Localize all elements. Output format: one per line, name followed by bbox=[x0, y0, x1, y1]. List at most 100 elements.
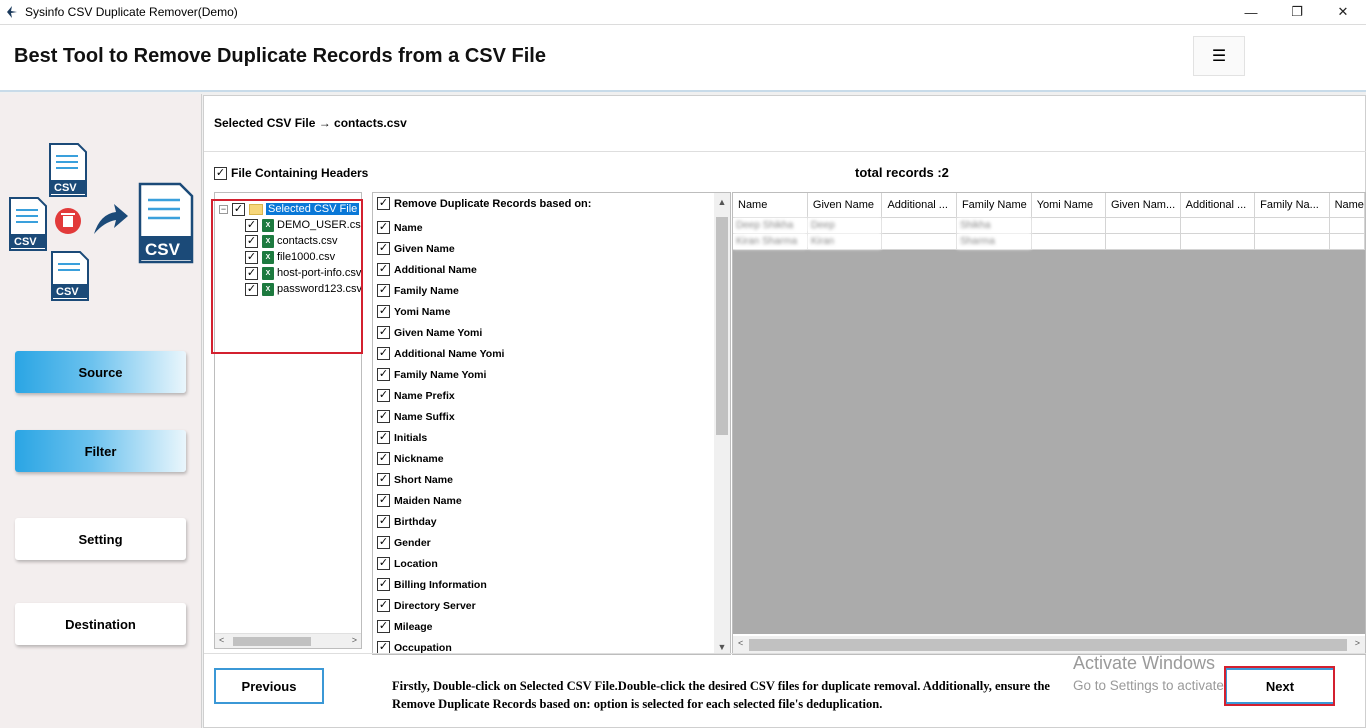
field-checkbox[interactable]: ✓ Name Suffix bbox=[377, 406, 504, 427]
minimize-button[interactable]: — bbox=[1228, 0, 1274, 24]
nav-filter-button[interactable]: Filter bbox=[15, 430, 186, 472]
scrollbar-thumb[interactable] bbox=[749, 639, 1347, 651]
field-checkbox[interactable]: ✓ Gender bbox=[377, 532, 504, 553]
table-cell bbox=[1180, 233, 1256, 250]
nav-source-button[interactable]: Source bbox=[15, 351, 186, 393]
table-row[interactable]: Deep Shikha Deep Shikha bbox=[733, 217, 1365, 234]
file-containing-headers-checkbox[interactable]: ✓ File Containing Headers bbox=[214, 166, 368, 180]
svg-text:CSV: CSV bbox=[54, 182, 77, 194]
checkbox-checked-icon[interactable]: ✓ bbox=[377, 263, 390, 276]
svg-text:CSV: CSV bbox=[56, 286, 79, 298]
total-records-label: total records :2 bbox=[855, 165, 949, 180]
checkbox-checked-icon[interactable]: ✓ bbox=[377, 389, 390, 402]
checkbox-checked-icon[interactable]: ✓ bbox=[377, 599, 390, 612]
field-checkbox[interactable]: ✓ Family Name Yomi bbox=[377, 364, 504, 385]
checkbox-checked-icon[interactable]: ✓ bbox=[377, 620, 390, 633]
field-checkbox[interactable]: ✓ Given Name Yomi bbox=[377, 322, 504, 343]
checkbox-checked-icon[interactable]: ✓ bbox=[377, 536, 390, 549]
grid-horizontal-scrollbar[interactable]: < > bbox=[733, 636, 1365, 654]
field-checkbox[interactable]: ✓ Short Name bbox=[377, 469, 504, 490]
hamburger-icon: ☰ bbox=[1211, 48, 1227, 65]
column-header[interactable]: Family Name bbox=[956, 193, 1032, 218]
field-label: Location bbox=[394, 557, 438, 570]
field-checkbox[interactable]: ✓ Name bbox=[377, 217, 504, 238]
remove-duplicates-title-checkbox[interactable]: ✓ Remove Duplicate Records based on: bbox=[377, 197, 591, 210]
fields-vertical-scrollbar[interactable]: ▲ ▼ bbox=[714, 193, 730, 654]
hamburger-menu-button[interactable]: ☰ bbox=[1193, 36, 1245, 76]
scroll-down-icon[interactable]: ▼ bbox=[714, 642, 730, 652]
checkbox-checked-icon[interactable]: ✓ bbox=[377, 410, 390, 423]
table-row[interactable]: Kiran Sharma Kiran Sharma bbox=[733, 233, 1365, 250]
scrollbar-thumb[interactable] bbox=[716, 217, 728, 435]
close-button[interactable]: ✕ bbox=[1320, 0, 1366, 24]
checkbox-checked-icon[interactable]: ✓ bbox=[377, 221, 390, 234]
column-header[interactable]: Additional ... bbox=[1180, 193, 1256, 218]
column-header[interactable]: Family Na... bbox=[1254, 193, 1330, 218]
records-grid-panel: Name Given Name Additional ... Family Name Y… bbox=[732, 192, 1366, 655]
field-label: Billing Information bbox=[394, 578, 487, 591]
table-cell: Deep Shikha bbox=[733, 217, 808, 234]
checkbox-checked-icon[interactable]: ✓ bbox=[377, 473, 390, 486]
field-checkbox[interactable]: ✓ Given Name bbox=[377, 238, 504, 259]
column-header[interactable]: Name bbox=[733, 193, 808, 218]
table-cell bbox=[1329, 217, 1365, 234]
scroll-up-icon[interactable]: ▲ bbox=[714, 197, 730, 207]
table-cell bbox=[881, 233, 957, 250]
window-controls: — ❐ ✕ bbox=[1228, 0, 1366, 24]
checkbox-checked-icon[interactable]: ✓ bbox=[377, 242, 390, 255]
field-checkbox[interactable]: ✓ Directory Server bbox=[377, 595, 504, 616]
checkbox-label: File Containing Headers bbox=[231, 166, 369, 180]
field-checkbox[interactable]: ✓ Maiden Name bbox=[377, 490, 504, 511]
column-header[interactable]: Given Nam... bbox=[1105, 193, 1181, 218]
scroll-left-icon[interactable]: < bbox=[219, 635, 224, 645]
checkbox-checked-icon[interactable]: ✓ bbox=[377, 452, 390, 465]
checkbox-checked-icon[interactable]: ✓ bbox=[377, 305, 390, 318]
checkbox-checked-icon[interactable]: ✓ bbox=[377, 347, 390, 360]
field-label: Mileage bbox=[394, 620, 433, 633]
column-header[interactable]: Additional ... bbox=[881, 193, 957, 218]
scrollbar-thumb[interactable] bbox=[233, 637, 311, 646]
field-checkbox[interactable]: ✓ Billing Information bbox=[377, 574, 504, 595]
field-checkbox-list: ✓ Name ✓ Given Name ✓ Additional Name ✓ Family … bbox=[377, 217, 504, 654]
nav-setting-button[interactable]: Setting bbox=[15, 518, 186, 560]
field-checkbox[interactable]: ✓ Additional Name bbox=[377, 259, 504, 280]
table-cell bbox=[1254, 233, 1330, 250]
column-header[interactable]: Yomi Name bbox=[1031, 193, 1106, 218]
scroll-right-icon[interactable]: > bbox=[352, 635, 357, 645]
field-checkbox[interactable]: ✓ Birthday bbox=[377, 511, 504, 532]
csv-doc-icon: CSV bbox=[51, 251, 89, 301]
checkbox-checked-icon[interactable]: ✓ bbox=[377, 431, 390, 444]
tree-horizontal-scrollbar[interactable]: < > bbox=[215, 633, 361, 648]
field-checkbox[interactable]: ✓ Additional Name Yomi bbox=[377, 343, 504, 364]
table-cell bbox=[1105, 217, 1181, 234]
field-checkbox[interactable]: ✓ Mileage bbox=[377, 616, 504, 637]
scroll-right-icon[interactable]: > bbox=[1355, 638, 1360, 648]
checkbox-checked-icon[interactable]: ✓ bbox=[377, 515, 390, 528]
checkbox-checked-icon[interactable]: ✓ bbox=[377, 557, 390, 570]
table-cell bbox=[881, 217, 957, 234]
checkbox-checked-icon[interactable]: ✓ bbox=[214, 166, 227, 180]
column-header[interactable]: Name bbox=[1329, 193, 1365, 218]
field-checkbox[interactable]: ✓ Nickname bbox=[377, 448, 504, 469]
scroll-left-icon[interactable]: < bbox=[738, 638, 743, 648]
checkbox-checked-icon[interactable]: ✓ bbox=[377, 197, 390, 210]
checkbox-checked-icon[interactable]: ✓ bbox=[377, 368, 390, 381]
restore-button[interactable]: ❐ bbox=[1274, 0, 1320, 24]
field-checkbox[interactable]: ✓ Initials bbox=[377, 427, 504, 448]
app-icon bbox=[7, 6, 17, 18]
field-checkbox[interactable]: ✓ Name Prefix bbox=[377, 385, 504, 406]
field-label: Family Name Yomi bbox=[394, 368, 487, 381]
field-checkbox[interactable]: ✓ Location bbox=[377, 553, 504, 574]
checkbox-checked-icon[interactable]: ✓ bbox=[377, 494, 390, 507]
column-header[interactable]: Given Name bbox=[807, 193, 883, 218]
nav-destination-button[interactable]: Destination bbox=[15, 603, 186, 645]
checkbox-checked-icon[interactable]: ✓ bbox=[377, 326, 390, 339]
checkbox-checked-icon[interactable]: ✓ bbox=[377, 284, 390, 297]
field-label: Initials bbox=[394, 431, 428, 444]
field-checkbox[interactable]: ✓ Yomi Name bbox=[377, 301, 504, 322]
previous-button[interactable]: Previous bbox=[214, 668, 324, 704]
field-label: Additional Name bbox=[394, 263, 477, 276]
checkbox-checked-icon[interactable]: ✓ bbox=[377, 578, 390, 591]
svg-text:CSV: CSV bbox=[14, 236, 37, 248]
field-checkbox[interactable]: ✓ Family Name bbox=[377, 280, 504, 301]
